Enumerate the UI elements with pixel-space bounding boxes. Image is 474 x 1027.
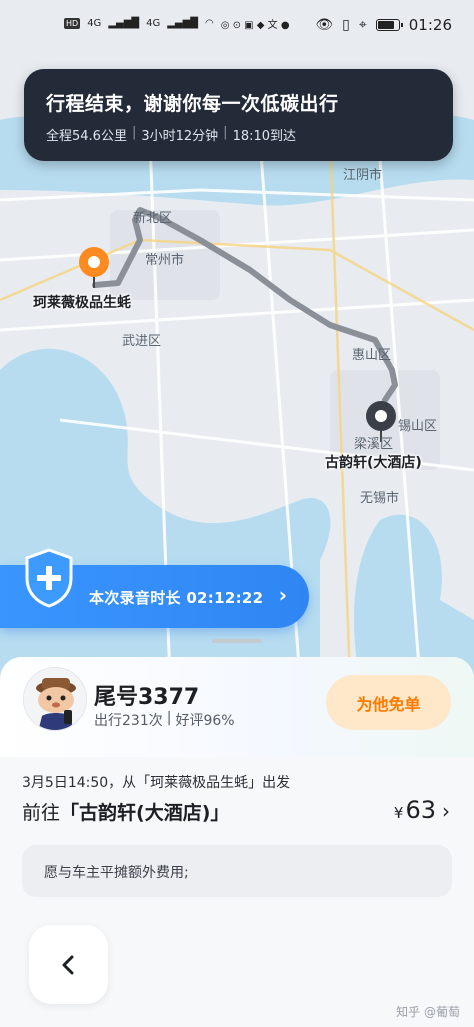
divider: | xyxy=(223,125,228,140)
map-label-huishan: 惠山区 xyxy=(352,348,392,363)
driver-rating: 好评96% xyxy=(175,713,235,729)
status-bar: HD 4G ▂▄▆█ 4G ▂▄▆█ ◠ ◎ ⊙ ▣ ◆ 文 ● 👁 ▯ ⌖ 0… xyxy=(0,0,474,56)
chevron-right-icon: › xyxy=(278,583,287,607)
signal-bars-icon: ▂▄▆█ xyxy=(108,18,140,29)
status-time: 01:26 xyxy=(408,16,452,34)
driver-stats: 出行231次 | 好评96% xyxy=(94,710,235,730)
chevron-left-icon xyxy=(62,955,73,974)
map-label-xishan: 锡山区 xyxy=(398,419,438,434)
driver-trips: 出行231次 xyxy=(94,713,163,729)
waive-fare-button[interactable]: 为他免单 xyxy=(326,675,451,730)
fare-amount[interactable]: ¥ 63 › xyxy=(394,796,450,824)
trip-arrival: 18:10到达 xyxy=(232,129,297,144)
trip-start-text: 3月5日14:50，从「珂莱薇极品生蚝」出发 xyxy=(22,775,291,791)
status-right: 👁 ▯ ⌖ 01:26 xyxy=(315,16,452,34)
trip-info: 3月5日14:50，从「珂莱薇极品生蚝」出发 前往「古韵轩(大酒店)」 ¥ 63… xyxy=(22,772,452,824)
sheet-grabber[interactable] xyxy=(212,639,262,643)
status-left: HD 4G ▂▄▆█ 4G ▂▄▆█ ◠ ◎ ⊙ ▣ ◆ 文 ● xyxy=(64,16,290,31)
avatar-illustration-icon xyxy=(24,668,86,730)
eye-icon: 👁 xyxy=(315,17,334,33)
wifi-icon: ◠ xyxy=(204,18,214,29)
shield-plus-icon xyxy=(25,548,73,608)
battery-icon xyxy=(375,19,403,31)
destination-name: 「古韵轩(大酒店)」 xyxy=(60,802,230,824)
driver-card: 尾号3377 出行231次 | 好评96% 为他免单 xyxy=(0,657,474,757)
extra-fee-note[interactable]: 愿与车主平摊额外费用; xyxy=(22,845,452,897)
signal-bars-icon-2: ▂▄▆█ xyxy=(167,18,198,29)
back-button[interactable] xyxy=(29,925,108,1004)
map-label-xinbei: 新北区 xyxy=(133,211,173,226)
trip-destination-row[interactable]: 前往「古韵轩(大酒店)」 ¥ 63 › xyxy=(22,796,452,830)
vibrate-icon: ▯ xyxy=(342,17,350,33)
driver-avatar[interactable] xyxy=(23,667,87,731)
destination-label: 古韵轩(大酒店) xyxy=(325,455,422,471)
currency-symbol: ¥ xyxy=(393,804,404,822)
map-label-wujin: 武进区 xyxy=(122,334,162,349)
trip-complete-banner: 行程结束，谢谢你每一次低碳出行 全程54.6公里 | 3小时12分钟 | 18:… xyxy=(24,69,453,161)
hd-indicator: HD xyxy=(64,18,81,29)
map-label-changzhou: 常州市 xyxy=(145,253,185,268)
location-icon: ⌖ xyxy=(358,17,367,33)
watermark: 知乎 @葡萄 xyxy=(396,1005,460,1019)
signal-4g-indicator-2: 4G xyxy=(146,18,161,29)
driver-plate: 尾号3377 xyxy=(94,685,200,710)
destination-prefix: 前往 xyxy=(22,802,61,824)
map-label-jiangyin: 江阴市 xyxy=(343,168,383,183)
fare-value: 63 xyxy=(405,796,436,824)
recording-duration-label: 本次录音时长 02:12:22 xyxy=(89,589,264,607)
trip-banner-stats: 全程54.6公里 | 3小时12分钟 | 18:10到达 xyxy=(46,125,453,144)
map-label-wuxi: 无锡市 xyxy=(360,491,400,506)
signal-4g-indicator: 4G xyxy=(87,18,102,29)
map-label-liangxi: 梁溪区 xyxy=(354,437,394,452)
origin-label: 珂莱薇极品生蚝 xyxy=(33,295,131,311)
trip-distance: 全程54.6公里 xyxy=(46,129,127,144)
notification-icons: ◎ ⊙ ▣ ◆ 文 ● xyxy=(220,20,290,31)
trip-duration: 3小时12分钟 xyxy=(141,129,219,144)
trip-banner-title: 行程结束，谢谢你每一次低碳出行 xyxy=(46,93,339,115)
bottom-sheet: 尾号3377 出行231次 | 好评96% 为他免单 3月5日14:50，从「珂… xyxy=(0,639,474,1027)
divider: | xyxy=(131,125,137,140)
chevron-right-icon: › xyxy=(442,799,450,823)
trip-destination: 前往「古韵轩(大酒店)」 xyxy=(22,798,229,825)
divider: | xyxy=(166,710,172,726)
